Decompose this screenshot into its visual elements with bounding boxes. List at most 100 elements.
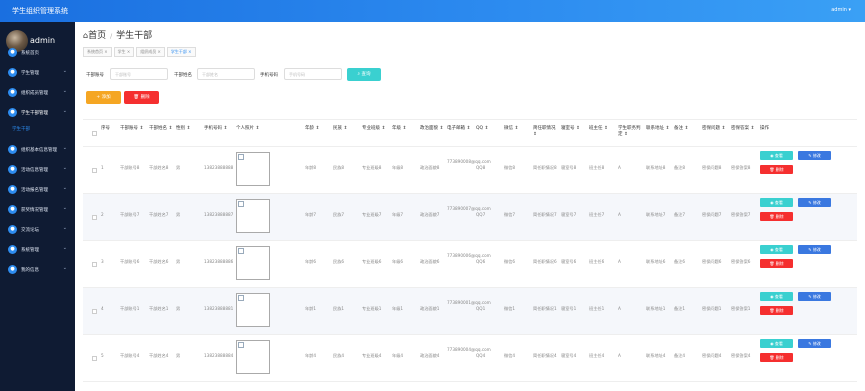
column-header[interactable]: 电子邮箱 ⇕ [447,126,473,132]
row-delete-button[interactable]: 🗑 删除 [760,212,793,221]
delete-button[interactable]: 🗑 删除 [124,91,159,104]
column-header[interactable]: 干部姓名 ⇕ [149,126,175,132]
column-header[interactable]: 微信 ⇕ [504,126,530,132]
tag-home[interactable]: 系统首页 × [83,47,112,57]
cell-gender: 男 [176,259,181,264]
cell-ethnic: 民族1 [333,306,345,311]
cell-grade: 年级6 [392,259,404,264]
sidebar-item-1[interactable]: ● 学生管理 ⌄ [0,66,75,78]
sidebar-item-0[interactable]: ● 系统首页 [0,46,75,58]
column-label: 联系地址 [646,126,664,131]
cell-account: 干部账号7 [120,212,140,217]
sidebar-subitem-cadre[interactable]: 学生干部 [12,126,30,132]
column-header[interactable]: QQ ⇕ [476,126,502,132]
column-header[interactable]: 手机号码 ⇕ [204,126,230,132]
sidebar-item-3[interactable]: ● 学生干部管理 ⌄ [0,106,75,118]
tag-members[interactable]: 组织成员 × [136,47,165,57]
sort-icon: ⇕ [381,126,386,131]
sort-icon: ⇕ [514,126,519,131]
column-header[interactable]: 个人照片 ⇕ [236,126,262,132]
cell-phone: 13823888881 [204,306,234,311]
cell-teacher: 班主任7 [589,212,605,217]
row-delete-button[interactable]: 🗑 删除 [760,165,793,174]
action-label: 修改 [812,294,821,299]
user-name: admin [831,7,847,13]
cell-qq: QQ4 [476,353,486,358]
row-checkbox[interactable] [92,356,97,361]
account-input[interactable]: 干部账号 [110,68,168,80]
chevron-down-icon: ⌄ [62,145,67,151]
tag-cadre[interactable]: 学生干部 × [166,47,196,57]
view-button[interactable]: ◉ 查看 [760,198,793,207]
tag-student[interactable]: 学生 × [113,47,135,57]
sidebar-item-7[interactable]: ● 获奖情况管理 ⌄ [0,203,75,215]
cell-political: 政治面貌1 [420,306,440,311]
cell-age: 年龄7 [305,212,317,217]
column-header[interactable]: 干部账号 ⇕ [120,126,146,132]
column-header[interactable]: 学生职务判定 ⇕ [618,126,644,138]
column-header[interactable]: 简任职情况 ⇕ [533,126,559,138]
edit-button[interactable]: ✎ 修改 [798,339,831,348]
user-menu[interactable]: admin ▾ [831,7,851,13]
column-label: 干部姓名 [149,126,167,131]
row-checkbox[interactable] [92,262,97,267]
column-header[interactable]: 政治面貌 ⇕ [420,126,446,132]
column-header[interactable]: 性别 ⇕ [176,126,202,132]
phone-input[interactable]: 手机号码 [284,68,342,80]
sort-icon: ⇕ [533,132,537,137]
sort-icon: ⇕ [750,126,755,131]
row-delete-button[interactable]: 🗑 删除 [760,306,793,315]
name-input[interactable]: 干部姓名 [197,68,255,80]
column-header[interactable]: 备注 ⇕ [674,126,700,132]
column-header[interactable]: 密保答案 ⇕ [731,126,757,132]
row-delete-button[interactable]: 🗑 删除 [760,353,793,362]
column-header[interactable]: 班主任 ⇕ [589,126,615,132]
trash-icon: 🗑 [133,95,141,100]
row-checkbox[interactable] [92,309,97,314]
edit-button[interactable]: ✎ 修改 [798,151,831,160]
cell-question: 密保问题1 [702,306,722,311]
search-button[interactable]: ⌕ 查询 [347,68,381,81]
page-home[interactable]: 首页 [88,31,106,41]
sidebar-item-9[interactable]: ● 系统管理 ⌄ [0,243,75,255]
home-icon: ● [8,47,17,57]
edit-button[interactable]: ✎ 修改 [798,198,831,207]
row-delete-button[interactable]: 🗑 删除 [760,259,793,268]
view-button[interactable]: ◉ 查看 [760,245,793,254]
action-label: 删除 [775,355,784,360]
column-header[interactable]: 寝室号 ⇕ [561,126,587,132]
sidebar-item-8[interactable]: ● 交流论坛 ⌄ [0,223,75,235]
edit-button[interactable]: ✎ 修改 [798,245,831,254]
profile-icon: ● [8,264,17,274]
cell-major: 专业班级6 [362,259,382,264]
column-label: 手机号码 [204,126,222,131]
view-button[interactable]: ◉ 查看 [760,292,793,301]
add-button-label: 添加 [101,95,111,100]
cell-question: 密保问题7 [702,212,722,217]
view-button[interactable]: ◉ 查看 [760,339,793,348]
column-header[interactable]: 联系地址 ⇕ [646,126,672,132]
cell-dorm: 寝室号7 [561,212,577,217]
edit-button[interactable]: ✎ 修改 [798,292,831,301]
column-label: 个人照片 [236,126,254,131]
add-button[interactable]: + 添加 [86,91,121,104]
column-header[interactable]: 年龄 ⇕ [305,126,331,132]
sidebar-item-5[interactable]: ● 活动信息管理 ⌄ [0,163,75,175]
search-label-account: 干部账号 [86,73,104,78]
chevron-down-icon: ⌄ [62,88,67,94]
column-header[interactable]: 年级 ⇕ [392,126,418,132]
sidebar-item-2[interactable]: ● 组织成员管理 ⌄ [0,86,75,98]
row-checkbox[interactable] [92,215,97,220]
action-label: 删除 [775,308,784,313]
column-header[interactable]: 民族 ⇕ [333,126,359,132]
cell-email: 773890001@qq.com [447,300,491,305]
sidebar-item-6[interactable]: ● 活动报名管理 ⌄ [0,183,75,195]
column-header[interactable]: 专业班级 ⇕ [362,126,388,132]
select-all-checkbox[interactable] [92,131,97,136]
view-button[interactable]: ◉ 查看 [760,151,793,160]
column-header[interactable]: 密保问题 ⇕ [702,126,728,132]
cell-gender: 男 [176,306,181,311]
sidebar-item-4[interactable]: ● 组织基本信息管理 ⌄ [0,143,75,155]
sidebar-item-10[interactable]: ● 我的信息 ⌄ [0,263,75,275]
row-checkbox[interactable] [92,168,97,173]
